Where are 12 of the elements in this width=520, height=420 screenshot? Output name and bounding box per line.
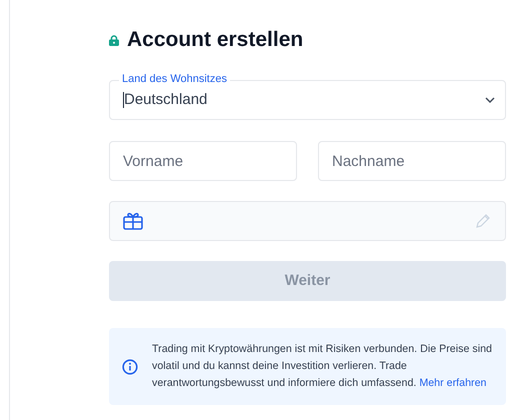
risk-warning-text: Trading mit Kryptowährungen ist mit Risiken verbunden. Die Preise sind volatil und du kannst deine Investition verlieren. Trade verantwortungsbewusst und informiere dich umfassend. Mehr erfahren: [152, 342, 493, 391]
first-name-field[interactable]: Vorname: [109, 141, 297, 181]
promo-code-field[interactable]: [109, 201, 506, 241]
page-title: Account erstellen: [127, 27, 304, 53]
select-value: Deutschland: [124, 90, 208, 110]
lock-icon: [109, 34, 119, 46]
chevron-down-icon: [485, 97, 495, 103]
last-name-field[interactable]: Nachname: [318, 141, 506, 181]
learn-more-link[interactable]: Mehr erfahren: [419, 377, 486, 389]
gift-icon: [123, 212, 143, 230]
info-icon: [122, 358, 138, 374]
pencil-icon[interactable]: [475, 213, 491, 229]
